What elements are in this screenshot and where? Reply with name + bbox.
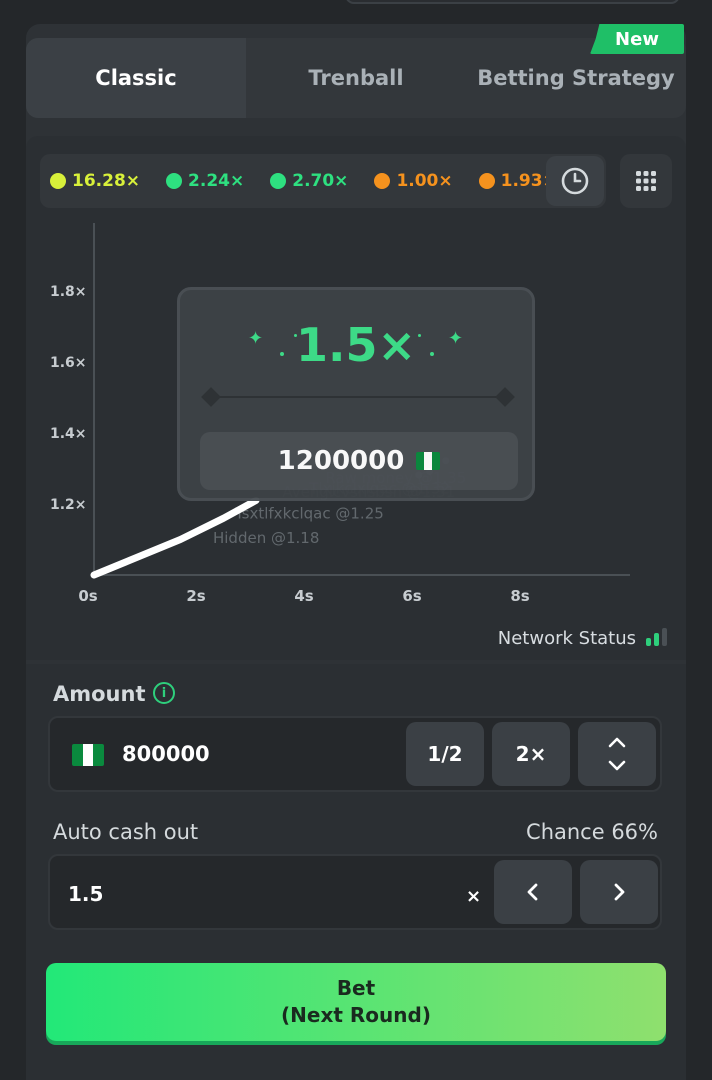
- double-amount-button[interactable]: 2×: [492, 722, 570, 786]
- history-dot: [478, 173, 495, 189]
- tab-label: Classic: [95, 66, 177, 90]
- chevron-up-down-icon: [608, 737, 626, 771]
- auto-cash-out-input[interactable]: 1.5: [68, 882, 103, 906]
- crash-multiplier: 1.5×: [295, 318, 417, 372]
- amount-input[interactable]: 800000: [122, 742, 210, 766]
- network-status-label: Network Status: [497, 628, 636, 649]
- tab-trenball[interactable]: Trenball: [246, 38, 466, 118]
- mode-tabs: Classic Trenball Betting Strategy New: [26, 24, 686, 118]
- half-amount-button[interactable]: 1/2: [406, 722, 484, 786]
- tab-label: Trenball: [308, 66, 404, 90]
- history-dot: [166, 173, 183, 189]
- network-signal-icon: [646, 628, 667, 646]
- grid-icon: [636, 171, 656, 191]
- tab-label: Betting Strategy: [477, 66, 675, 90]
- win-amount-value: 1200000: [277, 446, 405, 476]
- history-value: 2.24×: [188, 171, 245, 191]
- history-dot: [374, 173, 391, 189]
- history-item[interactable]: 1.00×: [374, 171, 453, 191]
- nigeria-flag-icon: [416, 452, 441, 470]
- chevron-right-icon: [614, 883, 625, 901]
- y-tick-label: 1.2×: [50, 497, 87, 513]
- increase-cashout-button[interactable]: [580, 860, 658, 924]
- bet-button-sublabel: (Next Round): [281, 1003, 431, 1027]
- multiplier-suffix: ×: [466, 886, 482, 907]
- chance-label: Chance 66%: [526, 820, 658, 844]
- amount-label: Amount: [53, 682, 146, 706]
- round-history: 16.28× 2.24× 2.70× 1.00× 1.93×: [40, 154, 606, 208]
- x-tick-label: 2s: [186, 587, 205, 605]
- y-tick-label: 1.6×: [50, 355, 87, 371]
- history-dot: [50, 173, 66, 189]
- history-value: 16.28×: [72, 171, 141, 191]
- history-clock-button[interactable]: [546, 156, 604, 206]
- chevron-left-icon: [527, 883, 538, 901]
- x-tick-label: 4s: [294, 587, 313, 605]
- grid-menu-button[interactable]: [620, 154, 672, 208]
- x-tick-label: 8s: [510, 587, 529, 605]
- history-item[interactable]: 16.28×: [50, 171, 140, 191]
- x-tick-label: 0s: [78, 587, 97, 605]
- divider-diamond: [495, 387, 515, 407]
- y-tick-label: 1.4×: [50, 426, 87, 442]
- divider-diamond: [201, 387, 221, 407]
- y-tick-label: 1.8×: [50, 284, 87, 300]
- top-field-edge: [345, 0, 680, 4]
- history-item[interactable]: 2.24×: [166, 171, 244, 191]
- history-dot: [270, 173, 287, 189]
- bet-button-label: Bet: [336, 976, 376, 1000]
- history-value: 2.70×: [292, 171, 349, 191]
- bet-button[interactable]: Bet (Next Round): [46, 963, 666, 1041]
- info-icon[interactable]: i: [153, 682, 175, 704]
- amount-stepper-button[interactable]: [578, 722, 656, 786]
- divider: [208, 396, 508, 398]
- new-badge: New: [590, 24, 684, 54]
- history-value: 1.00×: [396, 171, 453, 191]
- result-card: ✦ ✦ 1.5× 1200000: [177, 287, 535, 501]
- cashout-label: Hidden @1.18: [213, 529, 319, 547]
- tab-classic[interactable]: Classic: [26, 38, 246, 118]
- win-amount: 1200000: [200, 432, 518, 490]
- clock-icon: [561, 167, 589, 195]
- decrease-cashout-button[interactable]: [494, 860, 572, 924]
- history-item[interactable]: 2.70×: [270, 171, 348, 191]
- cashout-label: Tsxtlfxkclqac @1.25: [234, 504, 384, 522]
- nigeria-flag-icon: [72, 744, 104, 766]
- x-tick-label: 6s: [402, 587, 421, 605]
- auto-cash-out-label: Auto cash out: [53, 820, 199, 844]
- tab-betting-strategy[interactable]: Betting Strategy New: [466, 24, 686, 118]
